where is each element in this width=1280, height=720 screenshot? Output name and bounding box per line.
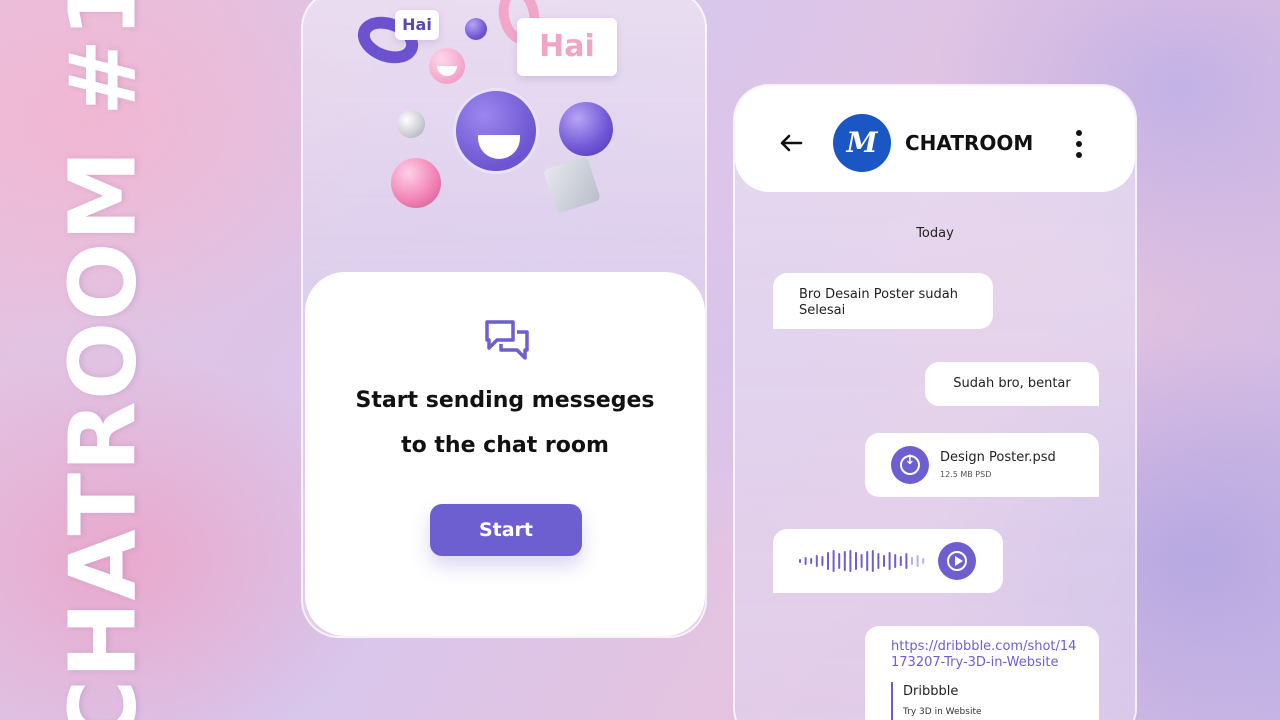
purple-face-sphere [453,88,539,174]
headline-line-2: to the chat room [401,433,609,458]
small-purple-sphere [465,18,487,40]
message-voice [773,529,1003,593]
headline-line-1: Start sending messeges [355,388,655,413]
vertical-title: CHATROOM #1 [49,0,157,720]
room-logo: M [833,114,891,172]
kebab-menu-icon[interactable] [1075,130,1083,160]
message-outgoing-text: Sudah bro, bentar [925,362,1099,406]
welcome-headline: Start sending messeges to the chat room [305,378,705,468]
file-meta: 12.5 MB PSD [940,470,992,479]
hai-bubble-large: Hai [517,18,617,76]
message-file: Design Poster.psd 12.5 MB PSD [865,433,1099,497]
link-preview-description: Try 3D in Website [903,707,982,717]
purple-sphere [559,102,613,156]
chat-bubbles-icon [485,320,529,360]
start-card: Start sending messeges to the chat room … [305,272,705,636]
message-incoming-text: Bro Desain Poster sudah Selesai [773,273,993,329]
file-name: Design Poster.psd [940,450,1056,465]
silver-sphere [397,110,425,138]
welcome-screen: Hai Hai Start sending messeges to the ch… [301,0,707,638]
grey-cube [543,156,601,214]
waveform-icon [799,550,925,572]
pink-face-sphere [429,48,465,84]
link-url[interactable]: https://dribbble.com/shot/14173207-Try-3… [891,639,1077,671]
link-preview-title: Dribbble [903,684,959,699]
pink-sphere [391,158,441,208]
back-arrow-icon[interactable] [779,133,803,153]
play-icon[interactable] [938,542,976,580]
link-preview[interactable]: Dribbble Try 3D in Website [891,682,982,720]
message-link: https://dribbble.com/shot/14173207-Try-3… [865,626,1099,720]
date-separator: Today [916,226,954,241]
chat-header: M CHATROOM [735,86,1135,192]
chat-screen: M CHATROOM Today Bro Desain Poster sudah… [733,84,1137,720]
download-icon[interactable] [891,446,929,484]
hai-bubble-small: Hai [395,10,439,40]
start-button[interactable]: Start [430,504,582,556]
room-name: CHATROOM [905,131,1034,155]
